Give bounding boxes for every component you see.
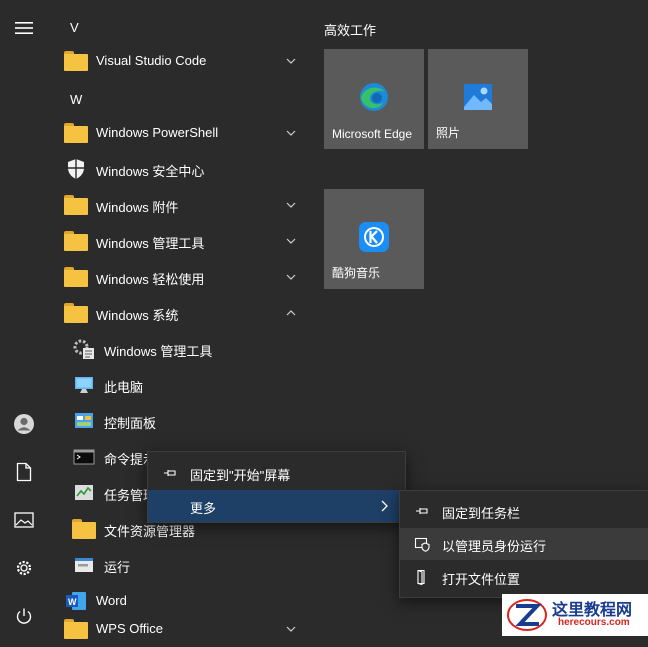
- folder-icon: [64, 229, 88, 253]
- chevron-down-icon[interactable]: [284, 198, 298, 212]
- app-item-label: Windows PowerShell: [96, 125, 219, 140]
- tile-kugou-music[interactable]: 酷狗音乐: [324, 189, 424, 289]
- tile-photos[interactable]: 照片: [428, 49, 528, 149]
- app-item-label: Visual Studio Code: [96, 53, 207, 68]
- admin-tools-icon: [72, 337, 96, 361]
- task-manager-icon: [72, 481, 96, 505]
- app-item-label: Windows 安全中心: [96, 164, 205, 179]
- site-watermark: 这里教程网 herecours.com: [502, 594, 648, 636]
- app-item-label: Windows 轻松使用: [96, 272, 205, 287]
- pin-icon: [164, 470, 176, 476]
- app-item-windows-security[interactable]: Windows 安全中心: [48, 151, 310, 187]
- app-item-label: Windows 附件: [96, 200, 179, 215]
- photos-icon: [464, 84, 492, 110]
- folder-icon: [64, 301, 88, 325]
- app-item-windows-admin-tools[interactable]: Windows 管理工具: [48, 331, 310, 367]
- watermark-url: herecours.com: [558, 617, 630, 628]
- folder-icon: [64, 265, 88, 289]
- power-icon[interactable]: [12, 604, 36, 628]
- word-icon: W: [64, 589, 88, 613]
- app-item-label: 此电脑: [104, 380, 144, 395]
- run-icon: [72, 553, 96, 577]
- context-menu: 固定到"开始"屏幕 更多: [147, 451, 406, 523]
- menu-item-pin-to-start[interactable]: 固定到"开始"屏幕: [148, 457, 405, 489]
- app-item-label: Word: [96, 593, 127, 608]
- app-item-label: 文件资源管理器: [104, 524, 196, 539]
- app-item-label: Windows 管理工具: [104, 344, 213, 359]
- chevron-down-icon[interactable]: [284, 234, 298, 248]
- app-list: V Visual Studio Code W Windows PowerShel…: [48, 0, 310, 639]
- app-item-label: Windows 系统: [96, 308, 179, 323]
- this-pc-icon: [72, 373, 96, 397]
- hamburger-menu-icon[interactable]: [12, 16, 36, 40]
- svg-text:W: W: [68, 597, 77, 607]
- tile-group-title[interactable]: 高效工作: [324, 20, 376, 39]
- app-item-control-panel[interactable]: 控制面板: [48, 403, 310, 439]
- pin-icon: [416, 508, 428, 514]
- folder-icon: [64, 49, 88, 73]
- app-item-visual-studio-code[interactable]: Visual Studio Code: [48, 43, 310, 79]
- app-item-windows-admin-tools-folder[interactable]: Windows 管理工具: [48, 223, 310, 259]
- folder-icon: [64, 121, 88, 145]
- app-item-label: Windows 管理工具: [96, 236, 205, 251]
- user-account-icon[interactable]: [12, 412, 36, 436]
- app-item-run[interactable]: 运行: [48, 547, 310, 583]
- tile-label: 酷狗音乐: [332, 266, 381, 280]
- app-item-label: WPS Office: [96, 621, 163, 636]
- chevron-down-icon[interactable]: [284, 126, 298, 140]
- app-item-wps-office[interactable]: WPS Office: [48, 611, 310, 647]
- menu-item-label: 更多: [190, 501, 217, 516]
- documents-icon[interactable]: [12, 460, 36, 484]
- tile-microsoft-edge[interactable]: Microsoft Edge: [324, 49, 424, 149]
- chevron-down-icon[interactable]: [284, 622, 298, 636]
- watermark-logo-icon: [507, 599, 547, 631]
- command-prompt-icon: [72, 445, 96, 469]
- app-item-windows-accessories[interactable]: Windows 附件: [48, 187, 310, 223]
- pictures-icon[interactable]: [12, 508, 36, 532]
- section-letter-w[interactable]: W: [70, 92, 82, 107]
- control-panel-icon: [72, 409, 96, 433]
- chevron-down-icon[interactable]: [284, 270, 298, 284]
- menu-item-pin-to-taskbar[interactable]: 固定到任务栏: [400, 495, 648, 527]
- app-item-this-pc[interactable]: 此电脑: [48, 367, 310, 403]
- folder-icon: [64, 193, 88, 217]
- folder-icon: [64, 617, 88, 641]
- chevron-down-icon[interactable]: [284, 54, 298, 68]
- menu-item-open-file-location[interactable]: 打开文件位置: [400, 561, 648, 593]
- edge-icon: [360, 83, 388, 111]
- menu-item-more[interactable]: 更多: [148, 490, 405, 522]
- shield-icon: [64, 157, 88, 181]
- menu-item-label: 打开文件位置: [442, 572, 521, 587]
- section-letter-v[interactable]: V: [70, 20, 79, 35]
- app-item-label: 运行: [104, 560, 131, 575]
- app-item-label: 控制面板: [104, 416, 157, 431]
- file-explorer-icon: [72, 517, 96, 541]
- open-file-location-icon: [417, 569, 425, 585]
- kugou-music-icon: [359, 222, 389, 252]
- settings-gear-icon[interactable]: [12, 556, 36, 580]
- app-item-windows-powershell[interactable]: Windows PowerShell: [48, 115, 310, 151]
- admin-shield-icon: [414, 537, 430, 552]
- submenu: 固定到任务栏 以管理员身份运行 打开文件位置: [399, 490, 648, 598]
- app-item-windows-system[interactable]: Windows 系统: [48, 295, 310, 331]
- tile-label: 照片: [436, 126, 461, 140]
- menu-item-run-as-admin[interactable]: 以管理员身份运行: [400, 528, 648, 560]
- menu-item-label: 以管理员身份运行: [442, 539, 547, 554]
- app-item-windows-ease-of-access[interactable]: Windows 轻松使用: [48, 259, 310, 295]
- menu-item-label: 固定到任务栏: [442, 506, 521, 521]
- start-rail: [0, 0, 48, 636]
- chevron-right-icon: [381, 500, 388, 512]
- menu-item-label: 固定到"开始"屏幕: [190, 468, 291, 483]
- chevron-up-icon[interactable]: [284, 306, 298, 320]
- tile-label: Microsoft Edge: [332, 127, 413, 141]
